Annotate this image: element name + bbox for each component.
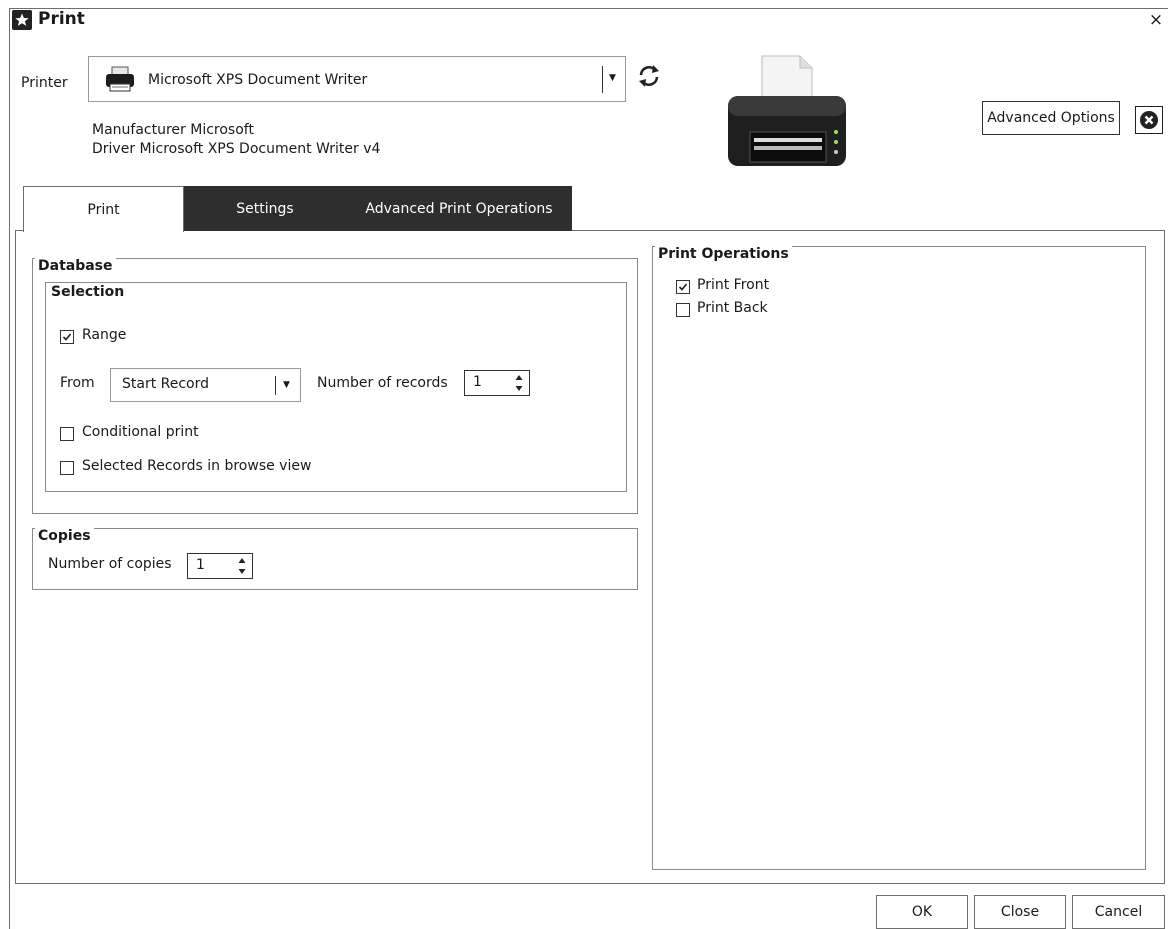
number-of-copies-label: Number of copies [48, 556, 172, 572]
number-of-records-value: 1 [473, 374, 482, 390]
conditional-print-label: Conditional print [82, 424, 199, 440]
print-front-checkbox[interactable] [676, 280, 690, 294]
selection-group-title: Selection [48, 284, 128, 300]
spin-arrows-icon[interactable] [515, 374, 523, 392]
print-front-label: Print Front [697, 277, 770, 293]
ok-button[interactable]: OK [876, 895, 968, 929]
printer-select-value: Microsoft XPS Document Writer [148, 72, 368, 88]
conditional-print-checkbox[interactable] [60, 427, 74, 441]
select-divider [602, 66, 603, 93]
number-of-records-spinbox[interactable]: 1 [464, 370, 530, 396]
close-button[interactable]: Close [974, 895, 1066, 929]
number-of-copies-spinbox[interactable]: 1 [187, 553, 253, 579]
close-circle-icon[interactable] [1135, 106, 1163, 134]
refresh-icon[interactable] [635, 62, 663, 90]
chevron-down-icon: ▼ [283, 380, 290, 390]
advanced-options-button[interactable]: Advanced Options [982, 101, 1120, 135]
close-icon[interactable]: × [1148, 10, 1164, 30]
number-of-copies-value: 1 [196, 557, 205, 573]
printer-select[interactable]: Microsoft XPS Document Writer ▼ [88, 56, 626, 102]
from-select[interactable]: Start Record ▼ [110, 368, 301, 402]
range-checkbox[interactable] [60, 330, 74, 344]
from-label: From [60, 375, 95, 391]
tab-settings[interactable]: Settings [184, 186, 346, 231]
driver-text: Driver Microsoft XPS Document Writer v4 [92, 141, 381, 157]
number-of-records-label: Number of records [317, 375, 448, 391]
select-divider [275, 376, 276, 395]
print-operations-group [652, 246, 1146, 870]
tab-print[interactable]: Print [23, 186, 184, 232]
print-back-checkbox[interactable] [676, 303, 690, 317]
chevron-down-icon: ▼ [609, 73, 616, 83]
window-title: Print [38, 9, 85, 29]
printer-icon [106, 66, 134, 92]
copies-group-title: Copies [35, 528, 94, 544]
selected-records-checkbox[interactable] [60, 461, 74, 475]
manufacturer-text: Manufacturer Microsoft [92, 122, 254, 138]
tab-advanced-print-operations[interactable]: Advanced Print Operations [346, 186, 572, 231]
print-operations-group-title: Print Operations [655, 246, 792, 262]
spin-arrows-icon[interactable] [238, 557, 246, 575]
selected-records-label: Selected Records in browse view [82, 458, 312, 474]
star-app-icon [12, 10, 32, 30]
database-group-title: Database [35, 258, 116, 274]
cancel-button[interactable]: Cancel [1072, 895, 1165, 929]
print-back-label: Print Back [697, 300, 768, 316]
printer-illustration-icon [728, 55, 846, 166]
printer-label: Printer [21, 75, 68, 91]
from-select-value: Start Record [122, 376, 210, 392]
range-label: Range [82, 327, 127, 343]
